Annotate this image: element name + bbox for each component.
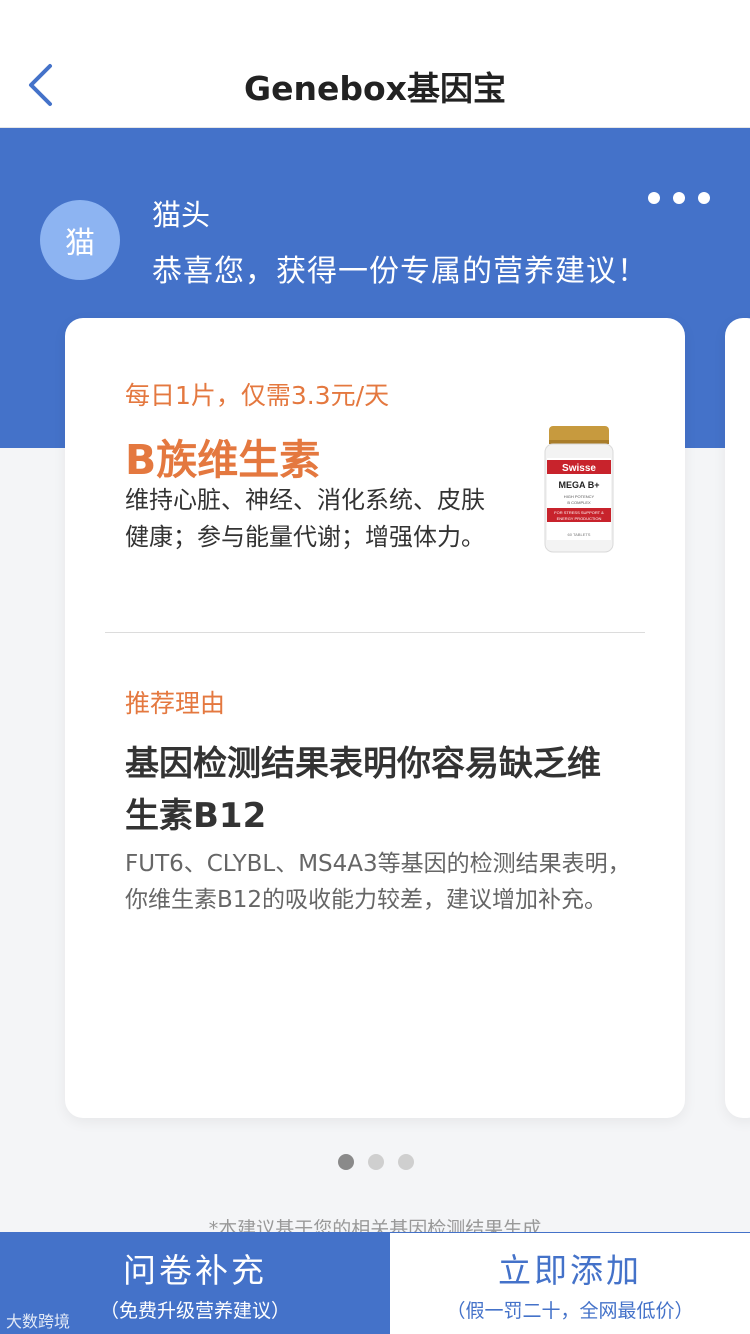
greeting-text: 恭喜您，获得一份专属的营养建议！ xyxy=(152,254,648,289)
more-button[interactable] xyxy=(648,186,710,210)
more-dots-icon xyxy=(698,192,710,204)
questionnaire-button-label: 问卷补充 xyxy=(123,1250,267,1290)
bottle-line2-text: B COMPLEX xyxy=(567,500,591,505)
avatar[interactable]: 猫 xyxy=(40,200,120,280)
bottle-count-text: 60 TABLETS xyxy=(568,532,591,537)
pager-dot[interactable] xyxy=(338,1154,354,1170)
reason-body: FUT6、CLYBL、MS4A3等基因的检测结果表明，你维生素B12的吸收能力较… xyxy=(125,851,631,913)
page-title: Genebox基因宝 xyxy=(244,69,506,108)
product-description: 维持心脏、神经、消化系统、皮肤健康；参与能量代谢；增强体力。 xyxy=(125,486,485,551)
more-dots-icon xyxy=(673,192,685,204)
bottom-action-bar: 问卷补充 （免费升级营养建议） 立即添加 （假一罚二十，全网最低价） xyxy=(0,1232,750,1334)
watermark: 大数跨境 xyxy=(6,1312,71,1331)
more-dots-icon xyxy=(648,192,660,204)
price-note: 每日1片，仅需3.3元/天 xyxy=(125,381,390,410)
pager-dot[interactable] xyxy=(368,1154,384,1170)
pager-dot[interactable] xyxy=(398,1154,414,1170)
add-now-button-sublabel: （假一罚二十，全网最低价） xyxy=(446,1300,694,1322)
divider xyxy=(105,632,645,633)
reason-title: 基因检测结果表明你容易缺乏维生素B12 xyxy=(125,744,601,836)
nav-bar: Genebox基因宝 xyxy=(0,0,750,128)
add-now-button-label: 立即添加 xyxy=(498,1251,642,1290)
product-name: B族维生素 xyxy=(125,436,321,484)
carousel-pager xyxy=(338,1154,414,1170)
recommendation-card[interactable]: 每日1片，仅需3.3元/天 B族维生素 维持心脏、神经、消化系统、皮肤健康；参与… xyxy=(65,318,685,1118)
next-card-peek[interactable] xyxy=(725,318,750,1118)
bottle-brand-text: Swisse xyxy=(562,463,596,474)
bottle-line4-text: ENERGY PRODUCTION xyxy=(557,516,602,521)
add-now-button[interactable]: 立即添加 （假一罚二十，全网最低价） xyxy=(390,1232,750,1334)
product-bottle-image: Swisse MEGA B+ HIGH POTENCY B COMPLEX FO… xyxy=(544,426,614,553)
questionnaire-button-sublabel: （免费升级营养建议） xyxy=(99,1299,290,1322)
bottle-line3-text: FOR STRESS SUPPORT & xyxy=(554,510,604,515)
user-name: 猫头 xyxy=(152,198,211,232)
reason-label: 推荐理由 xyxy=(125,689,226,718)
bottle-name-text: MEGA B+ xyxy=(559,480,600,490)
bottle-line1-text: HIGH POTENCY xyxy=(564,494,595,499)
